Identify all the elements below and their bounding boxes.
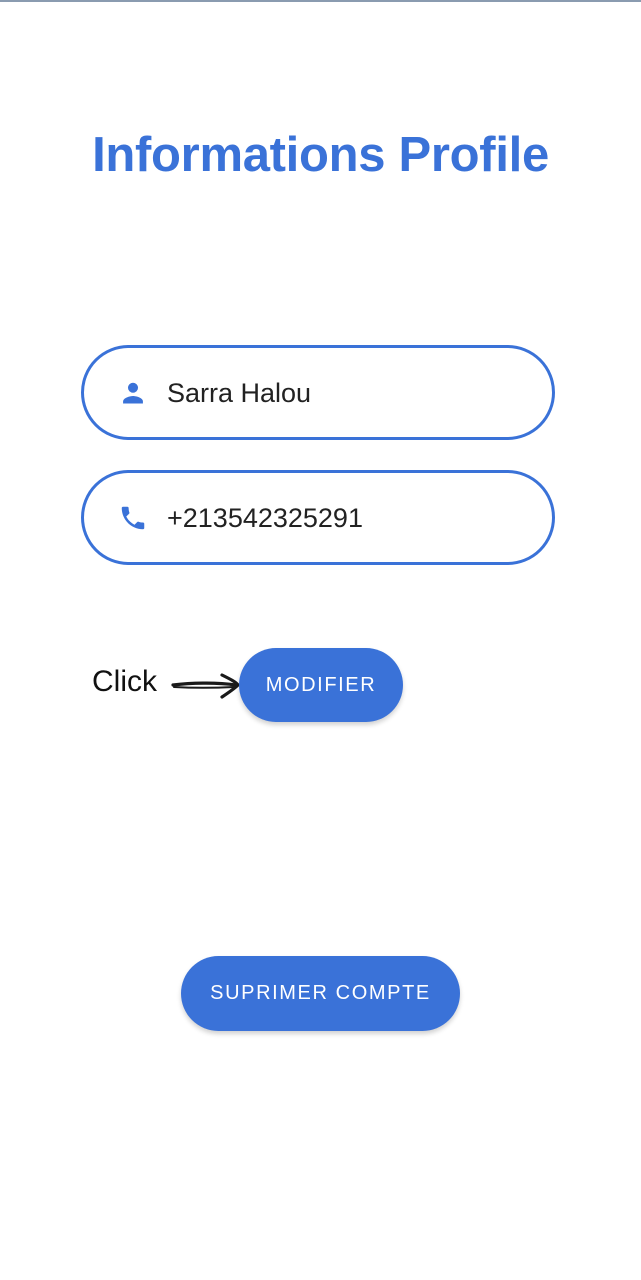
phone-icon xyxy=(117,502,149,534)
top-divider xyxy=(0,0,641,2)
page-title: Informations Profile xyxy=(92,128,549,182)
phone-field[interactable]: +213542325291 xyxy=(81,470,555,565)
phone-value: +213542325291 xyxy=(167,502,363,533)
arrow-right-icon xyxy=(171,673,240,699)
click-annotation-label: Click xyxy=(92,665,157,698)
person-icon xyxy=(117,377,149,409)
delete-account-button[interactable]: SUPRIMER COMPTE xyxy=(181,956,460,1031)
name-value: Sarra Halou xyxy=(167,377,312,408)
name-field[interactable]: Sarra Halou xyxy=(81,345,555,440)
modifier-button[interactable]: MODIFIER xyxy=(239,648,403,722)
